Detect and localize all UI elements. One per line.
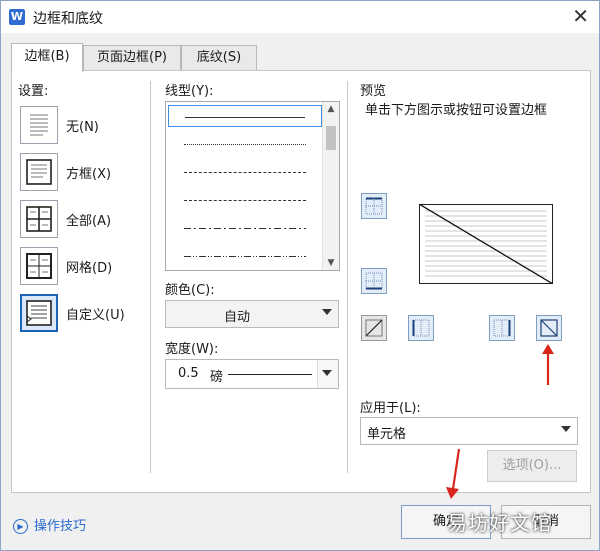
tips-link[interactable]: ▶ 操作技巧 [13, 515, 86, 534]
setting-label: 自定义(U) [66, 308, 125, 323]
red-arrow-down-icon [446, 448, 461, 499]
play-icon: ▶ [13, 519, 28, 534]
diagonal-up-icon [365, 319, 383, 337]
setting-label: 网格(D) [66, 261, 113, 276]
width-sample-line [228, 374, 312, 375]
settings-box-icon [20, 153, 58, 191]
setting-box[interactable]: 方框(X) [20, 153, 145, 193]
diagonal-up-button[interactable] [361, 315, 387, 341]
line-style-list[interactable]: ▲ ▼ [165, 101, 340, 271]
line-style-dashed[interactable] [168, 189, 322, 211]
border-preview[interactable] [419, 204, 553, 284]
preview-heading: 预览 [360, 84, 387, 99]
setting-grid[interactable]: 网格(D) [20, 247, 145, 287]
chevron-down-icon [322, 370, 332, 376]
scroll-down-icon[interactable]: ▼ [323, 258, 339, 268]
close-icon[interactable]: ✕ [572, 5, 589, 27]
line-style-dashed-small[interactable] [168, 161, 322, 183]
settings-none-icon [20, 106, 58, 144]
bottom-border-button[interactable] [361, 268, 387, 294]
options-button[interactable]: 选项(O)... [487, 450, 577, 482]
left-border-button[interactable] [408, 315, 434, 341]
settings-heading: 设置: [18, 84, 49, 99]
line-style-scrollbar[interactable]: ▲ ▼ [322, 102, 339, 270]
top-border-icon [365, 197, 383, 215]
chevron-down-icon [322, 309, 332, 315]
tips-label: 操作技巧 [34, 519, 87, 534]
setting-label: 无(N) [66, 120, 99, 135]
setting-none[interactable]: 无(N) [20, 106, 145, 146]
tab-shading[interactable]: 底纹(S) [181, 45, 257, 70]
top-border-button[interactable] [361, 193, 387, 219]
tab-borders[interactable]: 边框(B) [11, 43, 83, 72]
color-heading: 颜色(C): [165, 283, 215, 298]
right-border-icon [493, 319, 511, 337]
color-dropdown[interactable]: 自动 [165, 300, 339, 328]
setting-all[interactable]: 全部(A) [20, 200, 145, 240]
bottom-border-icon [365, 272, 383, 290]
right-border-button[interactable] [489, 315, 515, 341]
dialog-title: 边框和底纹 [33, 11, 103, 27]
settings-custom-icon [20, 294, 58, 332]
line-style-dash-dot-dot[interactable] [168, 245, 322, 267]
line-style-dotted[interactable] [168, 133, 322, 155]
watermark-text: 易坊好文馆 [447, 511, 552, 535]
apply-to-dropdown[interactable]: 单元格 [360, 417, 578, 445]
line-style-dash-dot[interactable] [168, 217, 322, 239]
column-divider [347, 81, 348, 473]
color-value: 自动 [223, 310, 250, 325]
scroll-thumb[interactable] [326, 126, 336, 150]
diagonal-down-icon [540, 319, 558, 337]
apply-to-heading: 应用于(L): [360, 401, 421, 416]
scroll-up-icon[interactable]: ▲ [323, 104, 339, 114]
title-bar: W 边框和底纹 ✕ [1, 1, 599, 33]
preview-hint: 单击下方图示或按钮可设置边框 [365, 103, 548, 118]
settings-grid-icon [20, 247, 58, 285]
red-arrow-up-icon [542, 344, 554, 385]
borders-shading-dialog: W 边框和底纹 ✕ 边框(B) 页面边框(P) 底纹(S) 设置: 无(N) 方… [0, 0, 600, 551]
wps-writer-icon: W [9, 9, 25, 25]
column-divider [150, 81, 151, 473]
setting-custom[interactable]: 自定义(U) [20, 294, 145, 334]
settings-all-icon [20, 200, 58, 238]
width-unit: 磅 [210, 370, 224, 385]
width-value: 0.5 [178, 366, 199, 381]
diagonal-down-button[interactable] [536, 315, 562, 341]
line-style-solid[interactable] [168, 105, 322, 127]
apply-to-value: 单元格 [367, 427, 407, 442]
chevron-down-icon [561, 426, 571, 432]
setting-label: 全部(A) [66, 214, 112, 229]
line-style-heading: 线型(Y): [165, 84, 214, 99]
setting-label: 方框(X) [66, 167, 112, 182]
left-border-icon [412, 319, 430, 337]
width-heading: 宽度(W): [165, 342, 219, 357]
width-dropdown[interactable]: 0.5 磅 [165, 359, 339, 389]
tab-page-border[interactable]: 页面边框(P) [83, 45, 181, 70]
